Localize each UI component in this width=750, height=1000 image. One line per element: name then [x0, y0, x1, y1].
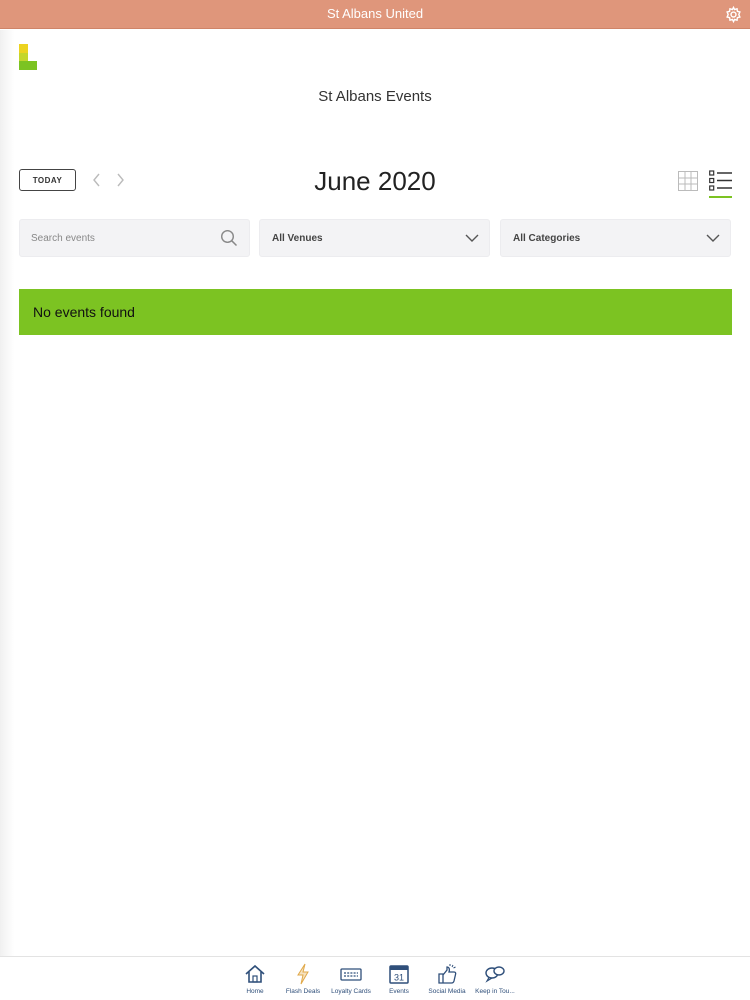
tab-social-media[interactable]: Social Media	[421, 963, 473, 999]
calendar-icon: 31	[389, 965, 409, 984]
chevron-down-icon	[465, 234, 479, 242]
category-select-value: All Categories	[513, 233, 581, 244]
thumbs-up-icon	[438, 964, 457, 984]
search-input[interactable]	[31, 229, 221, 247]
chevron-down-icon	[706, 234, 720, 242]
lightning-icon	[297, 963, 309, 985]
no-events-notice: No events found	[19, 289, 732, 335]
venue-select[interactable]: All Venues	[259, 219, 490, 257]
tab-events[interactable]: 31 Events	[373, 963, 425, 999]
tab-keep-in-touch-label: Keep in Tou...	[475, 988, 515, 995]
tab-flash-deals[interactable]: Flash Deals	[277, 963, 329, 999]
app-title-bar: St Albans United	[0, 0, 750, 29]
bottom-tab-bar: Home Flash Deals Loyalty Cards 31 Events…	[0, 956, 750, 1000]
gear-icon[interactable]	[725, 6, 742, 23]
calendar-badge: 31	[394, 973, 404, 983]
active-view-indicator	[709, 196, 732, 198]
chat-bubbles-icon	[485, 966, 505, 983]
home-icon	[245, 964, 265, 983]
list-view-icon	[709, 170, 732, 191]
category-select[interactable]: All Categories	[500, 219, 731, 257]
tab-home-label: Home	[246, 988, 264, 995]
tab-flash-deals-label: Flash Deals	[285, 988, 321, 995]
notice-message: No events found	[33, 304, 135, 320]
month-title: June 2020	[314, 166, 436, 196]
loyalty-card-icon	[340, 968, 362, 981]
tab-social-media-label: Social Media	[428, 988, 466, 995]
list-view-button[interactable]	[709, 170, 732, 198]
search-box	[19, 219, 250, 257]
app-logo	[19, 44, 37, 70]
tab-home[interactable]: Home	[229, 963, 281, 999]
grid-view-icon[interactable]	[678, 171, 698, 191]
tab-events-label: Events	[389, 988, 409, 995]
app-title: St Albans United	[326, 6, 424, 21]
tab-keep-in-touch[interactable]: Keep in Tou...	[469, 963, 521, 999]
tab-loyalty-cards[interactable]: Loyalty Cards	[325, 963, 377, 999]
tab-loyalty-cards-label: Loyalty Cards	[331, 988, 371, 995]
venue-select-value: All Venues	[272, 233, 323, 244]
page-title: St Albans Events	[318, 88, 432, 105]
search-icon[interactable]	[220, 229, 238, 247]
